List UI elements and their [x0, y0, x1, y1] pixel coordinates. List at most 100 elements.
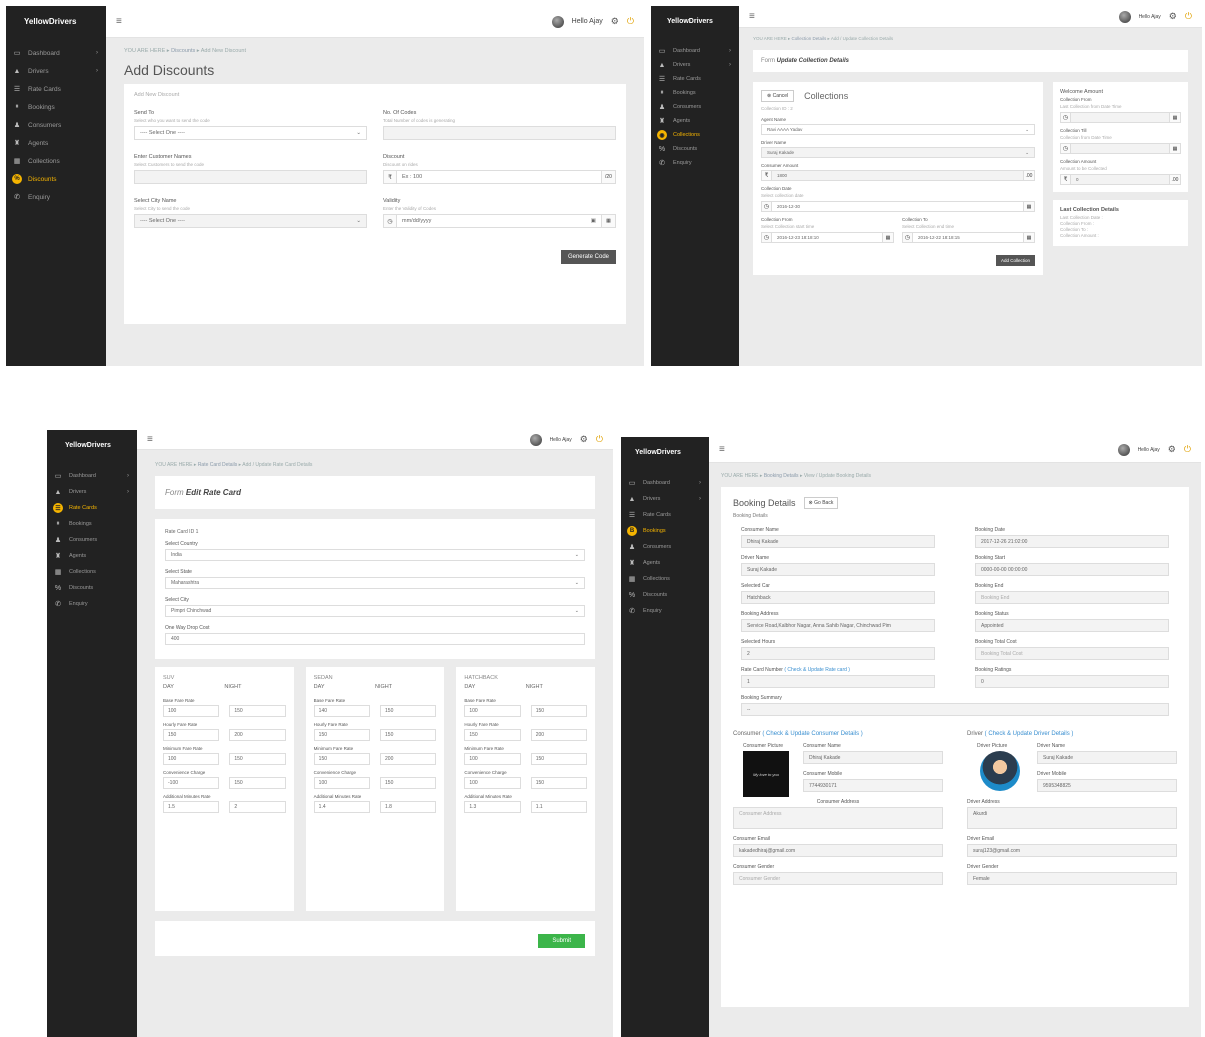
hatchback-min-day-input[interactable]: 100: [464, 753, 521, 765]
collection-date-input[interactable]: 2016-12-30: [772, 201, 1024, 212]
sedan-base-day-input[interactable]: 140: [313, 705, 371, 717]
avatar[interactable]: [529, 433, 542, 446]
calendar-icon[interactable]: ▦: [1024, 201, 1035, 212]
hatchback-base-night-input[interactable]: 150: [530, 705, 588, 717]
sidebar-item-enquiry[interactable]: ✆ Enquiry: [651, 156, 739, 170]
sidebar-item-agents[interactable]: ♜ Agents: [621, 555, 709, 571]
go-back-button[interactable]: ⊗ Go Back: [803, 497, 839, 509]
sidebar-item-bookings[interactable]: ⏸ Bookings: [6, 98, 106, 116]
collection-from-input[interactable]: 2016-12-23 18:18:10: [772, 232, 883, 243]
sidebar-item-dashboard[interactable]: ▭ Dashboard ›: [6, 44, 106, 62]
suv-add-night-input[interactable]: 2: [229, 801, 286, 813]
hamburger-icon[interactable]: ≡: [116, 16, 122, 27]
sidebar-item-enquiry[interactable]: ✆ Enquiry: [47, 596, 137, 612]
consumer-amount-input[interactable]: 1800: [772, 170, 1024, 181]
sedan-base-night-input[interactable]: 150: [380, 705, 437, 717]
codes-count-input[interactable]: [383, 126, 616, 140]
hatchback-base-day-input[interactable]: 100: [464, 705, 521, 717]
suv-conv-night-input[interactable]: 150: [229, 777, 286, 789]
hatchback-add-night-input[interactable]: 1.1: [530, 801, 588, 813]
sidebar-item-collections[interactable]: ▦ Collections: [621, 571, 709, 587]
validity-date-input[interactable]: mm/dd/yyyy ▣: [397, 214, 602, 228]
sidebar-item-rate-cards[interactable]: ☰ Rate Cards: [651, 72, 739, 86]
hatchback-add-day-input[interactable]: 1.3: [464, 801, 521, 813]
sedan-min-day-input[interactable]: 150: [313, 753, 371, 765]
sidebar-item-drivers[interactable]: ▲ Drivers ›: [47, 484, 137, 500]
user-greeting[interactable]: Hello Ajay: [1138, 447, 1160, 453]
collection-to-input[interactable]: 2016-12-22 18:18:15: [913, 232, 1024, 243]
calendar-icon[interactable]: ▣: [591, 218, 596, 224]
sidebar-item-agents[interactable]: ♜ Agents: [651, 114, 739, 128]
user-greeting[interactable]: Hello Ajay: [1139, 14, 1161, 20]
driver-select[interactable]: Suraj Kakade ⌄: [761, 147, 1035, 158]
sidebar-item-enquiry[interactable]: ✆ Enquiry: [621, 603, 709, 619]
check-consumer-link[interactable]: ( Check & Update Consumer Details ): [762, 731, 862, 737]
generate-code-button[interactable]: Generate Code: [560, 250, 616, 264]
user-greeting[interactable]: Hello Ajay: [572, 18, 603, 25]
city-select[interactable]: Pimpri Chinchwad ⌄: [165, 605, 585, 617]
sidebar-item-discounts[interactable]: % Discounts: [6, 170, 106, 188]
one-way-drop-cost-input[interactable]: 400: [165, 633, 585, 645]
power-icon[interactable]: ⏻: [627, 16, 634, 27]
sedan-min-night-input[interactable]: 200: [380, 753, 437, 765]
hatchback-min-night-input[interactable]: 150: [530, 753, 588, 765]
sidebar-item-consumers[interactable]: ♟ Consumers: [621, 539, 709, 555]
sidebar-item-consumers[interactable]: ♟ Consumers: [6, 116, 106, 134]
calendar-icon[interactable]: ▦: [1024, 232, 1035, 243]
sidebar-item-dashboard[interactable]: ▭ Dashboard ›: [47, 468, 137, 484]
sidebar-item-discounts[interactable]: % Discounts: [651, 142, 739, 156]
sidebar-item-drivers[interactable]: ▲ Drivers ›: [621, 491, 709, 507]
avatar[interactable]: [1118, 10, 1131, 23]
gear-icon[interactable]: ⚙: [580, 434, 588, 445]
sidebar-item-drivers[interactable]: ▲ Drivers ›: [651, 58, 739, 72]
sidebar-item-rate-cards[interactable]: ☰ Rate Cards: [621, 507, 709, 523]
avatar[interactable]: [1117, 443, 1130, 456]
add-collection-button[interactable]: Add Collection: [995, 255, 1035, 266]
sidebar-item-consumers[interactable]: ♟ Consumers: [651, 100, 739, 114]
sedan-conv-night-input[interactable]: 150: [380, 777, 437, 789]
sidebar-item-bookings[interactable]: B Bookings: [621, 523, 709, 539]
discount-input[interactable]: Ex : 100: [397, 170, 602, 184]
gear-icon[interactable]: ⚙: [1168, 444, 1176, 455]
hamburger-icon[interactable]: ≡: [147, 434, 153, 445]
sidebar-item-discounts[interactable]: % Discounts: [621, 587, 709, 603]
customer-names-input[interactable]: [134, 170, 367, 184]
check-rate-card-link[interactable]: ( Check & Update Rate card ): [784, 667, 850, 673]
send-to-select[interactable]: ---- Select One ---- ⌄: [134, 126, 367, 140]
sidebar-item-drivers[interactable]: ▲ Drivers ›: [6, 62, 106, 80]
avatar[interactable]: [551, 15, 564, 28]
sidebar-item-collections[interactable]: ◉ Collections: [651, 128, 739, 142]
suv-conv-day-input[interactable]: -100: [163, 777, 220, 789]
sidebar-item-collections[interactable]: ▦ Collections: [6, 152, 106, 170]
country-select[interactable]: India ⌄: [165, 549, 585, 561]
suv-min-night-input[interactable]: 150: [229, 753, 286, 765]
calendar-icon[interactable]: ▦: [602, 214, 616, 228]
hatchback-hourly-night-input[interactable]: 200: [530, 729, 588, 741]
hamburger-icon[interactable]: ≡: [719, 444, 725, 455]
sidebar-item-discounts[interactable]: % Discounts: [47, 580, 137, 596]
hatchback-conv-night-input[interactable]: 150: [530, 777, 588, 789]
calendar-icon[interactable]: ▦: [883, 232, 894, 243]
sedan-conv-day-input[interactable]: 100: [313, 777, 371, 789]
city-select[interactable]: ---- Select One ---- ⌄: [134, 214, 367, 228]
sidebar-item-agents[interactable]: ♜ Agents: [6, 134, 106, 152]
check-driver-link[interactable]: ( Check & Update Driver Details ): [985, 731, 1074, 737]
power-icon[interactable]: ⏻: [1185, 11, 1192, 22]
sidebar-item-rate-cards[interactable]: ☰ Rate Cards: [6, 80, 106, 98]
sedan-add-day-input[interactable]: 1.4: [313, 801, 371, 813]
suv-hourly-day-input[interactable]: 150: [163, 729, 220, 741]
suv-base-night-input[interactable]: 150: [229, 705, 286, 717]
gear-icon[interactable]: ⚙: [1169, 11, 1177, 22]
sidebar-item-dashboard[interactable]: ▭ Dashboard ›: [621, 475, 709, 491]
suv-hourly-night-input[interactable]: 200: [229, 729, 286, 741]
hatchback-hourly-day-input[interactable]: 150: [464, 729, 521, 741]
suv-base-day-input[interactable]: 100: [163, 705, 220, 717]
power-icon[interactable]: ⏻: [1184, 444, 1191, 455]
hamburger-icon[interactable]: ≡: [749, 11, 755, 22]
state-select[interactable]: Maharashtra ⌄: [165, 577, 585, 589]
sidebar-item-bookings[interactable]: ⏸ Bookings: [651, 86, 739, 100]
gear-icon[interactable]: ⚙: [611, 16, 619, 27]
suv-add-day-input[interactable]: 1.5: [163, 801, 220, 813]
sidebar-item-enquiry[interactable]: ✆ Enquiry: [6, 188, 106, 206]
sedan-hourly-night-input[interactable]: 150: [380, 729, 437, 741]
